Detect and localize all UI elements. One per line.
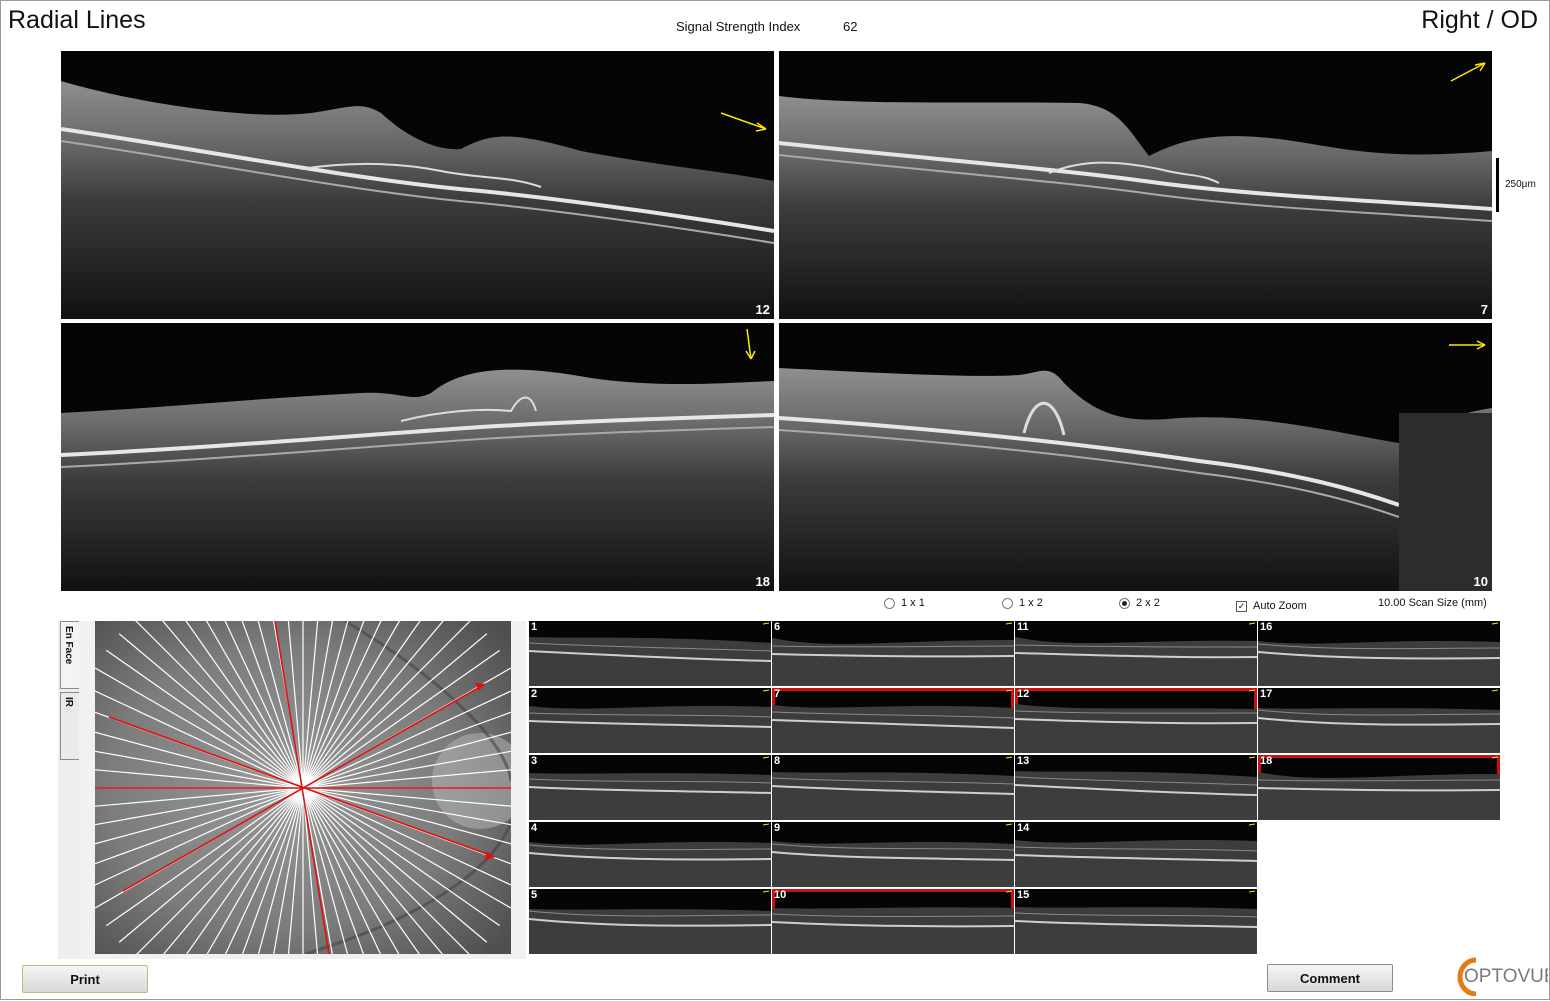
bscan-view-bottom-right[interactable]: 10 — [779, 323, 1492, 591]
tab-ir[interactable]: IR — [60, 692, 80, 760]
thumbnail-number: 3 — [531, 755, 538, 767]
scan-thumbnail[interactable]: 8 — [772, 755, 1014, 820]
scan-thumbnail[interactable]: 16 — [1258, 621, 1500, 686]
thumbnail-number: 1 — [531, 621, 538, 633]
thumbnail-number: 11 — [1017, 621, 1029, 633]
scan-thumbnail[interactable]: 10 — [772, 889, 1014, 954]
thumbnail-number: 14 — [1017, 822, 1030, 834]
tab-en-face[interactable]: En Face — [60, 621, 80, 689]
thumbnail-number: 5 — [531, 889, 538, 901]
layout-option-label: 2 x 2 — [1136, 597, 1160, 609]
scan-thumbnail[interactable]: 1 — [529, 621, 771, 686]
scan-thumbnail[interactable]: 11 — [1015, 621, 1257, 686]
scan-thumbnail[interactable]: 13 — [1015, 755, 1257, 820]
bscan-image — [779, 62, 1492, 319]
print-button[interactable]: Print — [22, 965, 148, 993]
thumbnail-number: 4 — [531, 822, 538, 834]
radio-button-selected[interactable] — [1119, 597, 1130, 609]
scan-thumbnail[interactable]: 9 — [772, 822, 1014, 887]
thumbnail-number: 6 — [774, 621, 781, 633]
scan-thumbnail[interactable]: 17 — [1258, 688, 1500, 753]
thumbnail-number: 15 — [1017, 889, 1030, 901]
bscan-image — [61, 328, 774, 591]
thumbnail-number: 8 — [774, 755, 781, 767]
checkbox-checked-icon[interactable]: ✓ — [1236, 600, 1247, 612]
thumbnail-number: 10 — [774, 889, 787, 901]
thumbnail-number: 17 — [1260, 688, 1273, 700]
bscan-view-top-right[interactable]: 7 — [779, 51, 1492, 319]
tab-label: IR — [63, 697, 74, 707]
tab-label: En Face — [63, 626, 74, 665]
auto-zoom-label: Auto Zoom — [1253, 600, 1307, 612]
scan-thumbnail[interactable]: 5 — [529, 889, 771, 954]
scan-direction-arrow-icon — [720, 112, 767, 130]
signal-strength-label: Signal Strength Index — [676, 19, 801, 34]
scan-number: 12 — [755, 302, 770, 317]
scan-thumbnail[interactable]: 15 — [1015, 889, 1257, 954]
thumbnail-number: 16 — [1260, 621, 1273, 633]
scale-label: 250µm — [1505, 179, 1536, 190]
radio-button[interactable] — [884, 597, 895, 609]
scan-thumbnail[interactable]: 7 — [772, 688, 1014, 753]
auto-zoom-option[interactable]: ✓ Auto Zoom — [1236, 600, 1307, 612]
layout-1x2-option[interactable]: 1 x 2 — [1002, 597, 1043, 609]
optovue-logo: OPTOVUE — [1452, 956, 1550, 997]
layout-2x2-option[interactable]: 2 x 2 — [1119, 597, 1160, 609]
layout-1x1-option[interactable]: 1 x 1 — [884, 597, 925, 609]
thumbnail-number: 2 — [531, 688, 538, 700]
bscan-image — [779, 340, 1492, 591]
radio-button[interactable] — [1002, 597, 1013, 609]
scan-thumbnail[interactable]: 14 — [1015, 822, 1257, 887]
radial-scan-pattern — [95, 621, 511, 954]
thumbnail-number: 9 — [774, 822, 781, 834]
scan-thumbnail[interactable]: 2 — [529, 688, 771, 753]
report-title: Radial Lines — [8, 6, 146, 34]
bscan-view-bottom-left[interactable]: 18 — [61, 323, 774, 591]
scan-size-label: 10.00 Scan Size (mm) — [1378, 597, 1487, 609]
layout-option-label: 1 x 1 — [901, 597, 925, 609]
scan-number: 7 — [1480, 302, 1488, 317]
signal-strength-value: 62 — [843, 19, 858, 34]
scan-thumbnail[interactable]: 18 — [1258, 755, 1500, 820]
thumbnail-number: 13 — [1017, 755, 1030, 767]
comment-button[interactable]: Comment — [1267, 964, 1393, 992]
bscan-image — [61, 81, 774, 319]
scan-direction-arrow-icon — [1450, 62, 1486, 82]
scan-thumbnail[interactable]: 3 — [529, 755, 771, 820]
scan-thumbnail-grid: 1 2 3 4 5 6 7 8 9 10 11 12 13 14 15 16 17 18 — [529, 621, 1503, 956]
scan-thumbnail[interactable]: 4 — [529, 822, 771, 887]
thumbnail-number: 18 — [1260, 755, 1273, 767]
svg-text:OPTOVUE: OPTOVUE — [1464, 966, 1548, 987]
thumbnail-number: 12 — [1017, 688, 1030, 700]
scan-number: 18 — [755, 574, 770, 589]
eye-label: Right / OD — [1421, 6, 1538, 34]
scan-number: 10 — [1473, 574, 1488, 589]
bscan-view-top-left[interactable]: 12 — [61, 51, 774, 319]
en-face-image[interactable] — [95, 621, 511, 954]
thumbnail-number: 7 — [774, 688, 781, 700]
layout-option-label: 1 x 2 — [1019, 597, 1043, 609]
scan-thumbnail[interactable]: 6 — [772, 621, 1014, 686]
scan-thumbnail[interactable]: 12 — [1015, 688, 1257, 753]
scale-bar — [1496, 158, 1499, 212]
